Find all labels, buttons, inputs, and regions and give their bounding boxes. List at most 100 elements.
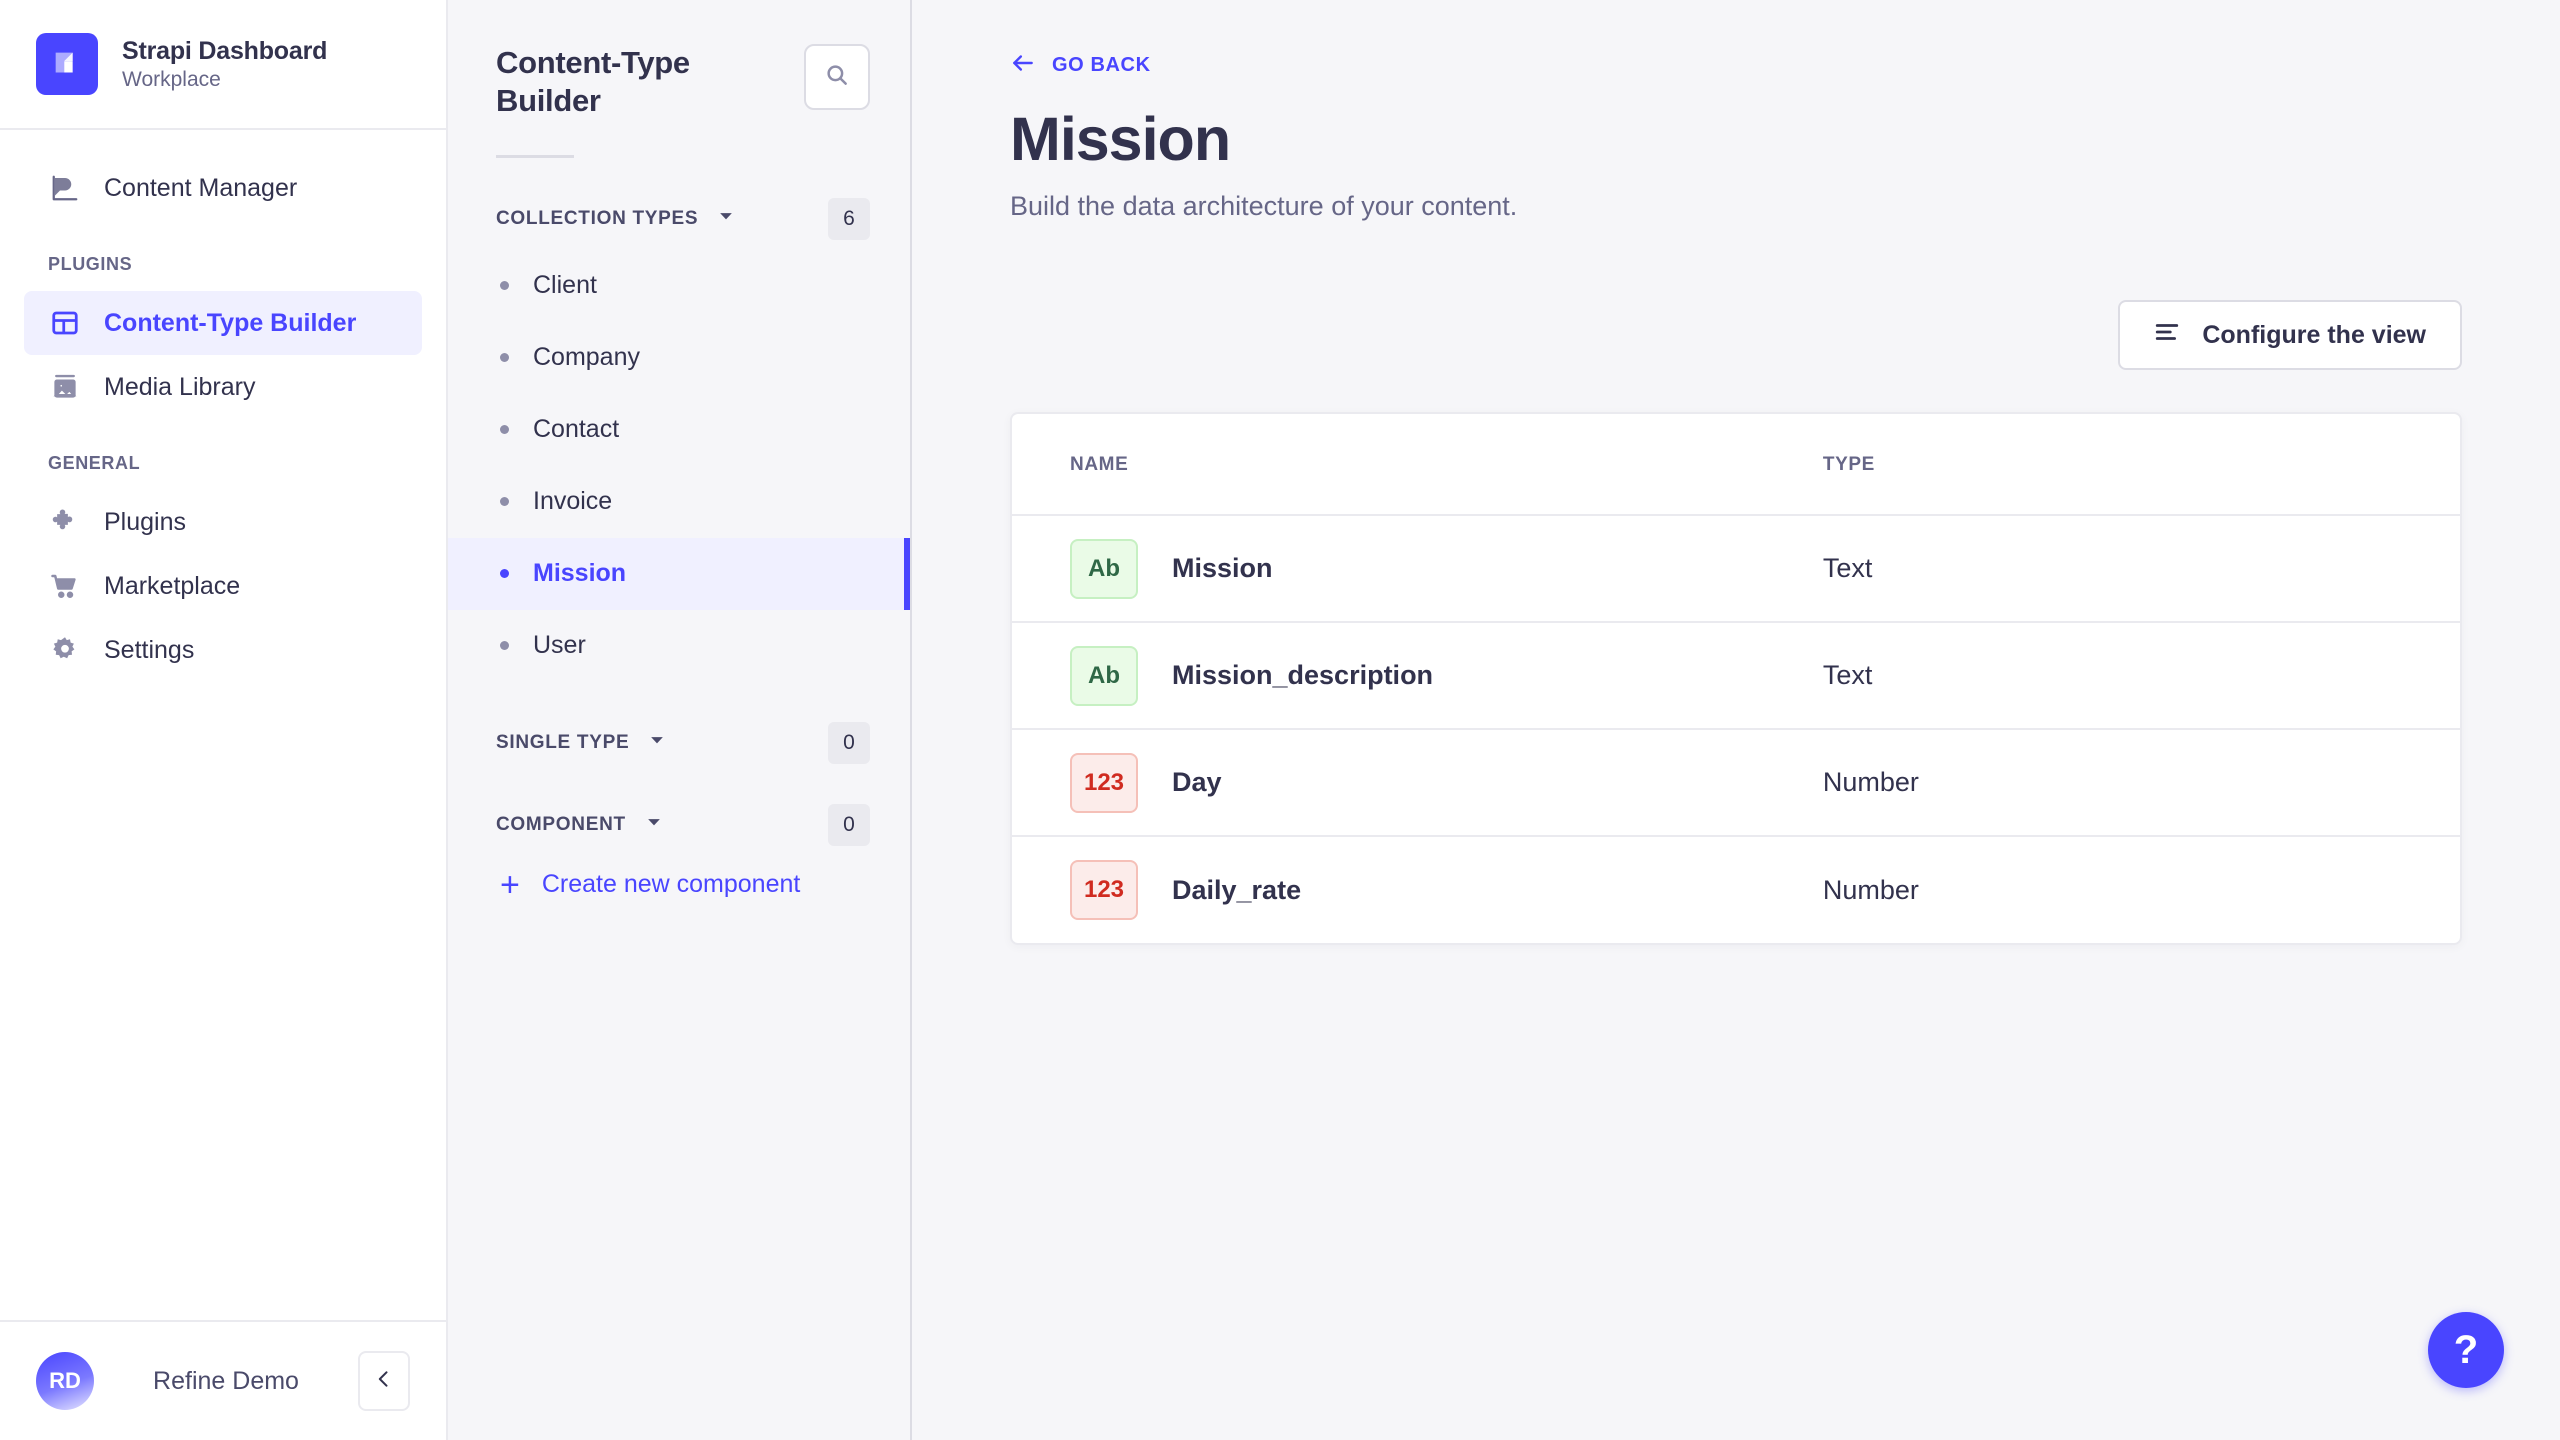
table-header-row: NAME TYPE [1012, 414, 2460, 515]
column-header-name: NAME [1012, 414, 1823, 515]
brand-title: Strapi Dashboard [122, 37, 327, 66]
chevron-down-icon [647, 730, 667, 755]
group-count-badge: 6 [828, 198, 870, 240]
sidebar-item-label: Marketplace [104, 572, 240, 601]
sidebar-item-settings[interactable]: Settings [24, 618, 422, 682]
filter-lines-icon [2154, 319, 2180, 352]
field-type-badge: Ab [1070, 539, 1138, 599]
bullet-icon [500, 281, 509, 290]
sidebar-item-label: Settings [104, 636, 194, 665]
collection-type-item-client[interactable]: Client [448, 250, 910, 322]
group-header-collection-types[interactable]: COLLECTION TYPES 6 [448, 158, 910, 240]
user-name: Refine Demo [120, 1367, 332, 1396]
brand-subtitle: Workplace [122, 68, 327, 92]
collection-types-list: Client Company Contact Invoice Mission U… [448, 250, 910, 682]
table-row[interactable]: 123 Daily_rate Number [1012, 836, 2460, 943]
collection-type-item-invoice[interactable]: Invoice [448, 466, 910, 538]
fields-table: NAME TYPE Ab Mission [1012, 414, 2460, 943]
field-name: Daily_rate [1172, 875, 1301, 906]
group-label: COMPONENT [496, 814, 626, 836]
page-subtitle: Build the data architecture of your cont… [1010, 191, 2462, 222]
content-type-search-button[interactable] [804, 44, 870, 110]
collection-type-label: Invoice [533, 487, 612, 516]
group-label: COLLECTION TYPES [496, 208, 698, 230]
sidebar-item-plugins[interactable]: Plugins [24, 490, 422, 554]
sidebar-item-marketplace[interactable]: Marketplace [24, 554, 422, 618]
collection-type-item-user[interactable]: User [448, 610, 910, 682]
collection-type-label: Client [533, 271, 597, 300]
sidebar-collapse-button[interactable] [358, 1351, 410, 1411]
column-header-type: TYPE [1823, 414, 2460, 515]
field-type: Number [1823, 767, 1919, 797]
search-icon [824, 62, 850, 93]
content-type-panel-title: Content-Type Builder [496, 44, 746, 121]
question-mark-icon: ? [2454, 1328, 2478, 1373]
app-root: Strapi Dashboard Workplace Content Manag… [0, 0, 2560, 1440]
layout-icon [48, 306, 82, 340]
strapi-logo-icon [36, 33, 98, 95]
field-name: Mission_description [1172, 660, 1433, 691]
help-button[interactable]: ? [2428, 1312, 2504, 1388]
table-row[interactable]: Ab Mission_description Text [1012, 622, 2460, 729]
shopping-cart-icon [48, 569, 82, 603]
sidebar-item-content-manager[interactable]: Content Manager [24, 156, 422, 220]
sidebar-section-plugins: PLUGINS [0, 220, 446, 291]
sidebar-item-content-type-builder[interactable]: Content-Type Builder [24, 291, 422, 355]
sidebar-section-general: GENERAL [0, 419, 446, 490]
group-count-badge: 0 [828, 722, 870, 764]
group-label: SINGLE TYPE [496, 732, 629, 754]
table-row[interactable]: Ab Mission Text [1012, 515, 2460, 622]
main-toolbar: Configure the view [1010, 300, 2462, 370]
table-row[interactable]: 123 Day Number [1012, 729, 2460, 836]
collection-type-label: User [533, 631, 586, 660]
group-header-single-type[interactable]: SINGLE TYPE 0 [448, 682, 910, 764]
chevron-down-icon [644, 812, 664, 837]
page-title: Mission [1010, 107, 2462, 171]
bullet-icon [500, 353, 509, 362]
plus-icon: + [500, 868, 520, 902]
chevron-left-icon [374, 1369, 394, 1394]
collection-type-label: Company [533, 343, 640, 372]
fields-card: NAME TYPE Ab Mission [1010, 412, 2462, 945]
sidebar-item-media-library[interactable]: Media Library [24, 355, 422, 419]
go-back-label: GO BACK [1052, 54, 1151, 77]
content-type-panel: Content-Type Builder COLLECTION TYPES 6 [448, 0, 912, 1440]
sidebar-item-label: Content Manager [104, 174, 297, 203]
sidebar-nav-list: Content Manager PLUGINS Content-Type Bui… [0, 130, 446, 1320]
sidebar-item-label: Content-Type Builder [104, 309, 356, 338]
avatar[interactable]: RD [36, 1352, 94, 1410]
feather-icon [48, 171, 82, 205]
collection-type-label: Mission [533, 559, 626, 588]
gear-icon [48, 633, 82, 667]
field-type-badge: 123 [1070, 860, 1138, 920]
field-type: Text [1823, 553, 1873, 583]
go-back-link[interactable]: GO BACK [1010, 50, 1151, 81]
sidebar-item-label: Plugins [104, 508, 186, 537]
image-icon [48, 370, 82, 404]
bullet-icon [500, 641, 509, 650]
sidebar-item-label: Media Library [104, 373, 255, 402]
main-sidebar: Strapi Dashboard Workplace Content Manag… [0, 0, 448, 1440]
puzzle-icon [48, 505, 82, 539]
field-type: Text [1823, 660, 1873, 690]
group-header-component[interactable]: COMPONENT 0 [448, 764, 910, 846]
bullet-icon [500, 569, 509, 578]
group-count-badge: 0 [828, 804, 870, 846]
collection-type-item-contact[interactable]: Contact [448, 394, 910, 466]
field-name: Day [1172, 767, 1222, 798]
collection-type-label: Contact [533, 415, 619, 444]
content-type-panel-header: Content-Type Builder [448, 0, 910, 121]
configure-the-view-label: Configure the view [2202, 321, 2426, 350]
field-type-badge: Ab [1070, 646, 1138, 706]
brand-header: Strapi Dashboard Workplace [0, 0, 446, 130]
arrow-left-icon [1010, 50, 1036, 81]
field-type-badge: 123 [1070, 753, 1138, 813]
chevron-down-icon [716, 206, 736, 231]
collection-type-item-mission[interactable]: Mission [448, 538, 910, 610]
bullet-icon [500, 425, 509, 434]
main-content: GO BACK Mission Build the data architect… [912, 0, 2560, 1440]
create-new-component-label: Create new component [542, 870, 800, 899]
collection-type-item-company[interactable]: Company [448, 322, 910, 394]
configure-the-view-button[interactable]: Configure the view [2118, 300, 2462, 370]
create-new-component-button[interactable]: + Create new component [448, 846, 910, 902]
